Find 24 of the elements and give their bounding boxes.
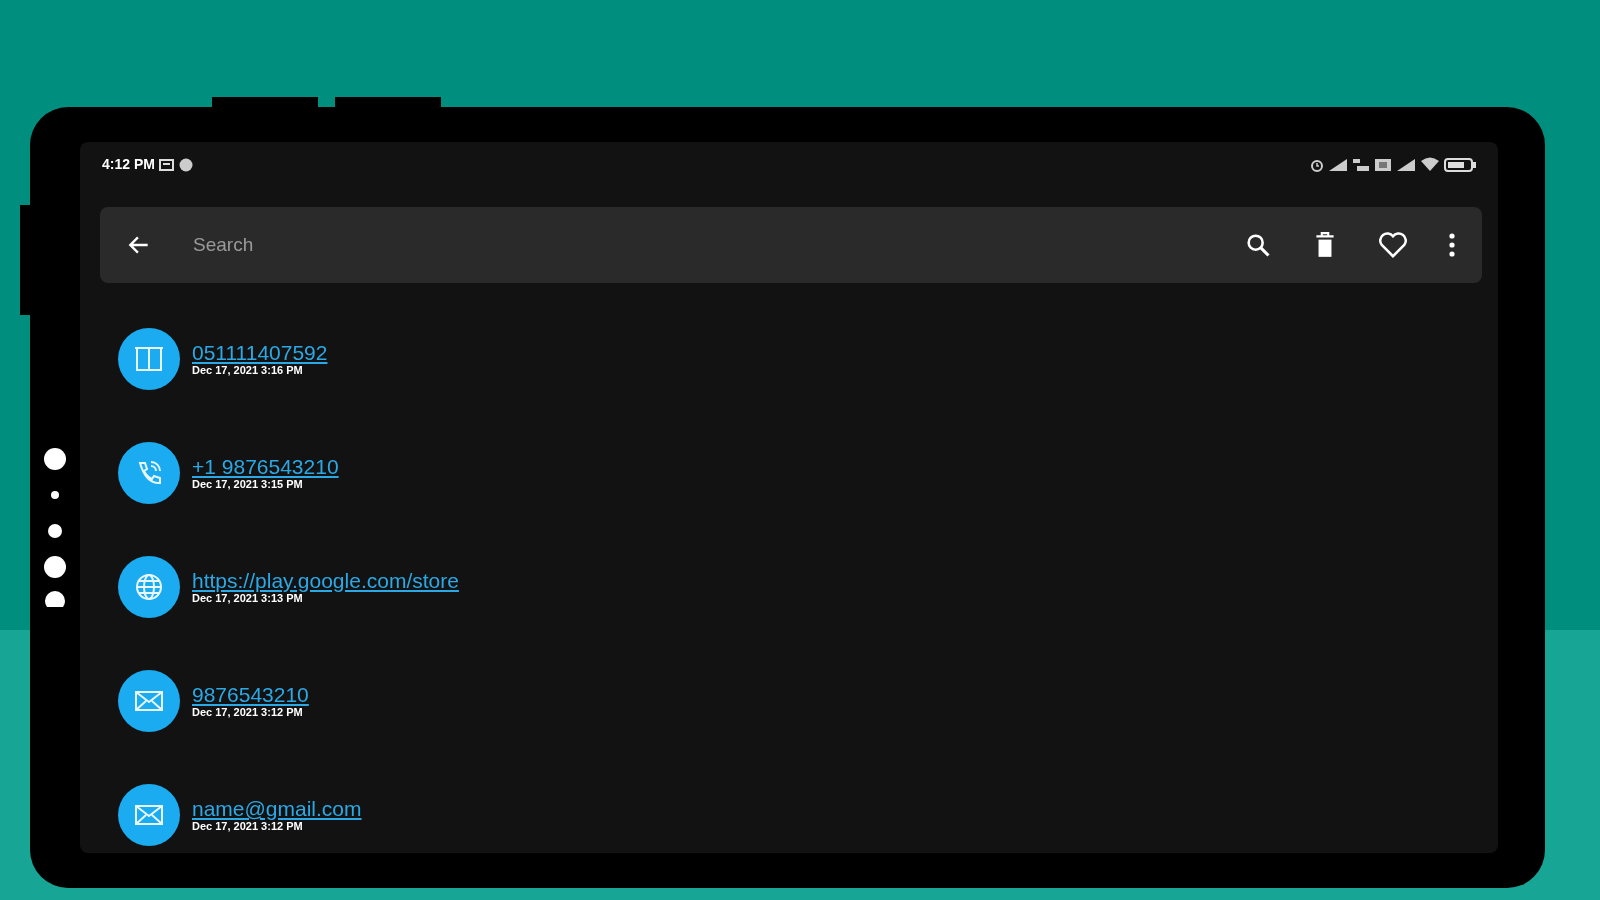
signal-icon xyxy=(1396,157,1416,172)
network-icon xyxy=(1352,157,1370,172)
history-date: Dec 17, 2021 3:16 PM xyxy=(192,363,303,378)
search-bar[interactable]: Search xyxy=(100,207,1482,283)
status-time: 4:12 PM xyxy=(102,155,155,174)
sim-icon xyxy=(1374,157,1392,172)
message-icon xyxy=(158,158,174,171)
history-date: Dec 17, 2021 3:12 PM xyxy=(192,705,303,720)
history-date: Dec 17, 2021 3:15 PM xyxy=(192,477,303,492)
signal-icon xyxy=(1328,157,1348,172)
wifi-icon xyxy=(1420,157,1440,172)
notification-icon xyxy=(177,156,194,173)
battery-icon xyxy=(1444,157,1476,172)
more-vertical-icon[interactable] xyxy=(1448,232,1456,258)
history-date: Dec 17, 2021 3:13 PM xyxy=(192,591,303,606)
history-link[interactable]: +1 9876543210 xyxy=(192,454,339,478)
heart-icon[interactable] xyxy=(1378,231,1408,259)
history-link[interactable]: name@gmail.com xyxy=(192,796,362,820)
search-field[interactable]: Search xyxy=(191,229,1210,261)
search-icon[interactable] xyxy=(1244,231,1272,259)
history-link[interactable]: 9876543210 xyxy=(192,682,309,706)
history-link[interactable]: https://play.google.com/store xyxy=(192,568,459,592)
history-link[interactable]: 051111407592 xyxy=(192,340,328,364)
history-date: Dec 17, 2021 3:12 PM xyxy=(192,819,303,834)
